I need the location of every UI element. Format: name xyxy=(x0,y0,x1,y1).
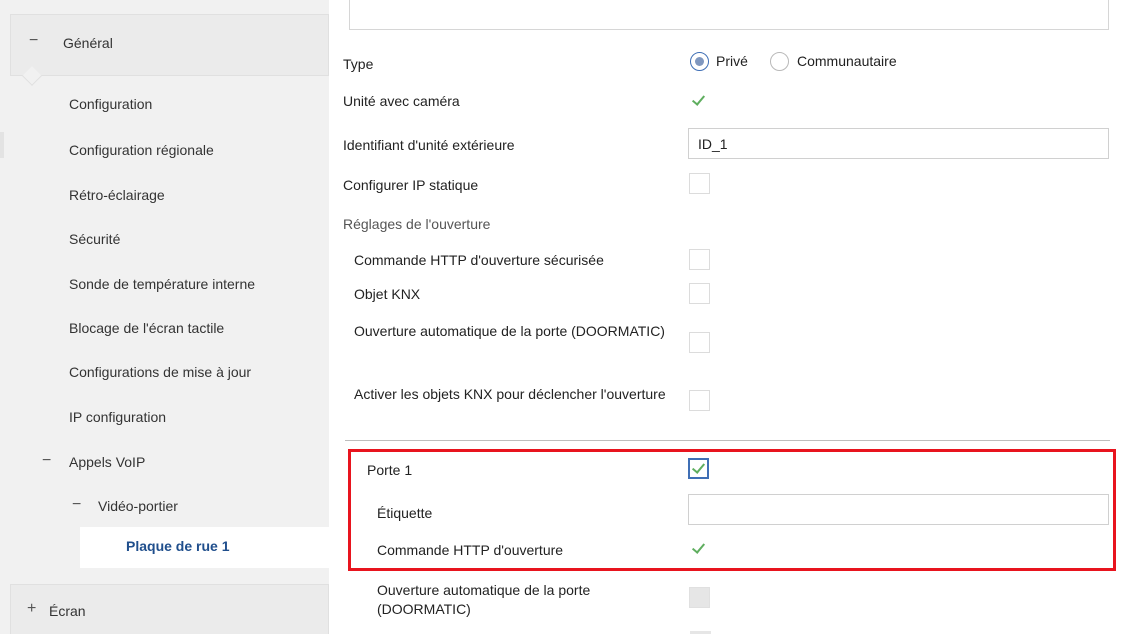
sidebar-item-update-configurations[interactable]: Configurations de mise à jour xyxy=(69,364,251,380)
knx-trigger-opening-label: Activer les objets KNX pour déclencher l… xyxy=(354,386,666,402)
knx-object-checkbox[interactable] xyxy=(689,283,710,304)
radio-prive-label[interactable]: Privé xyxy=(716,53,748,69)
sidebar-item-regional-configuration[interactable]: Configuration régionale xyxy=(69,142,214,158)
navigation-sidebar: − Général Configuration Configuration ré… xyxy=(0,0,329,634)
top-field-edge xyxy=(349,0,1109,30)
sidebar-item-internal-temperature-probe[interactable]: Sonde de température interne xyxy=(69,276,255,292)
doormatic-checkbox[interactable] xyxy=(689,332,710,353)
outdoor-unit-id-input[interactable] xyxy=(688,128,1109,159)
door-1-label: Porte 1 xyxy=(367,462,413,478)
sidebar-item-security[interactable]: Sécurité xyxy=(69,231,120,247)
secure-http-open-checkbox[interactable] xyxy=(689,249,710,270)
sidebar-item-street-panel-1[interactable]: Plaque de rue 1 xyxy=(80,527,329,568)
secure-http-open-label: Commande HTTP d'ouverture sécurisée xyxy=(354,252,604,268)
collapse-icon[interactable]: − xyxy=(72,496,81,514)
camera-unit-checkbox[interactable] xyxy=(689,90,710,111)
tag-input[interactable] xyxy=(688,494,1109,525)
nav-section-general-label: Général xyxy=(63,35,113,51)
collapse-icon[interactable]: − xyxy=(29,32,38,50)
sidebar-item-video-intercom[interactable]: Vidéo-portier xyxy=(98,498,178,514)
doormatic-2-checkbox xyxy=(689,587,710,608)
type-label: Type xyxy=(343,56,374,72)
nav-section-general[interactable]: − Général xyxy=(10,14,329,86)
http-open-command-label: Commande HTTP d'ouverture xyxy=(377,542,564,558)
nav-section-screen-label: Écran xyxy=(49,603,86,619)
knx-trigger-opening-checkbox[interactable] xyxy=(689,390,710,411)
static-ip-checkbox[interactable] xyxy=(689,173,710,194)
sidebar-item-backlight[interactable]: Rétro-éclairage xyxy=(69,187,165,203)
sidebar-item-touchscreen-lock[interactable]: Blocage de l'écran tactile xyxy=(69,320,224,336)
sidebar-item-configuration[interactable]: Configuration xyxy=(69,96,152,112)
radio-communautaire-label[interactable]: Communautaire xyxy=(797,53,897,69)
knx-object-label: Objet KNX xyxy=(354,286,421,302)
section-divider xyxy=(345,440,1110,441)
nav-section-screen[interactable]: + Écran xyxy=(10,584,329,634)
tag-label: Étiquette xyxy=(377,505,433,521)
outdoor-unit-id-label: Identifiant d'unité extérieure xyxy=(343,137,515,153)
sidebar-item-street-panel-1-label: Plaque de rue 1 xyxy=(126,538,230,554)
section-pointer xyxy=(22,66,42,86)
doormatic-label: Ouverture automatique de la porte (DOORM… xyxy=(354,323,665,339)
static-ip-label: Configurer IP statique xyxy=(343,177,479,193)
radio-communautaire[interactable] xyxy=(770,52,789,71)
doormatic-2-label: Ouverture automatique de la porte (DOORM… xyxy=(377,582,591,617)
expand-icon[interactable]: + xyxy=(27,600,36,618)
sidebar-grip xyxy=(0,132,4,158)
sidebar-item-voip-calls[interactable]: Appels VoIP xyxy=(69,454,145,470)
opening-settings-heading: Réglages de l'ouverture xyxy=(343,216,491,232)
door-1-checkbox[interactable] xyxy=(688,458,709,479)
collapse-icon[interactable]: − xyxy=(42,452,51,470)
sidebar-item-ip-configuration[interactable]: IP configuration xyxy=(69,409,166,425)
camera-unit-label: Unité avec caméra xyxy=(343,93,460,109)
http-open-command-checkbox[interactable] xyxy=(689,538,710,559)
radio-prive[interactable] xyxy=(690,52,709,71)
